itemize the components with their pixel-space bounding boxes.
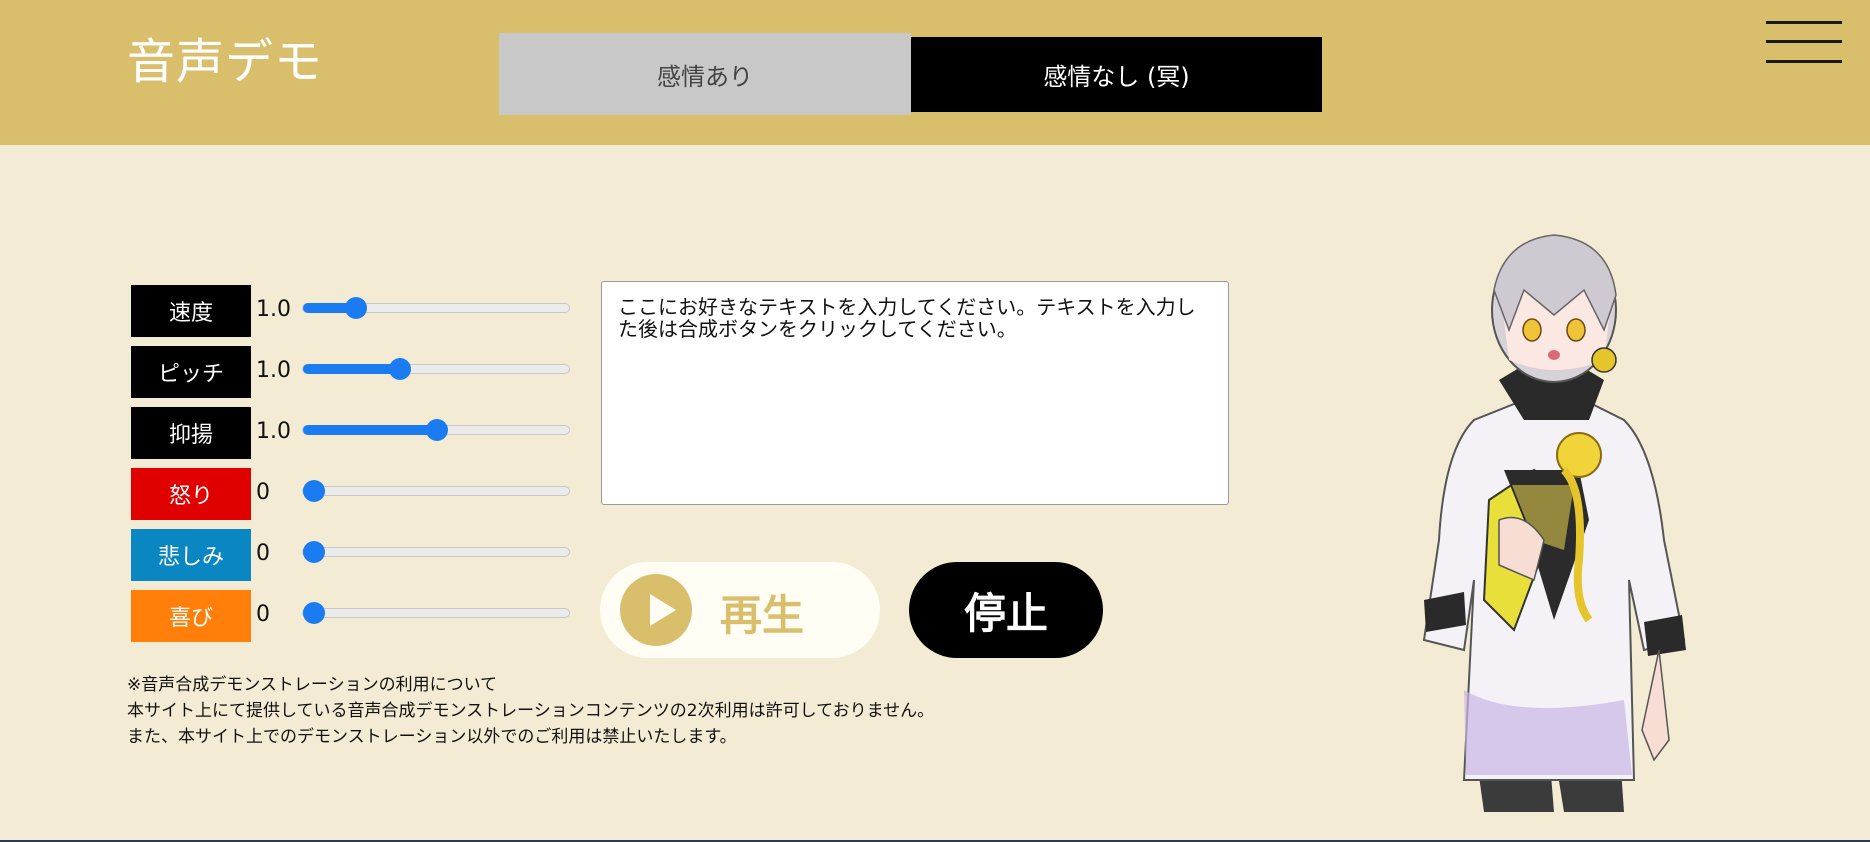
slider-row-joy: 喜び 0 [131,590,571,642]
intonation-value: 1.0 [256,419,291,444]
joy-label: 喜び [131,590,251,642]
menu-bar [1766,21,1842,24]
sadness-value: 0 [256,541,270,566]
speed-slider[interactable] [302,297,570,319]
menu-bar [1766,40,1842,43]
anger-value: 0 [256,480,270,505]
stop-button[interactable]: 停止 [909,562,1103,658]
joy-slider[interactable] [302,602,570,624]
play-button[interactable]: 再生 [600,562,880,658]
anger-label: 怒り [131,468,251,520]
slider-row-pitch: ピッチ 1.0 [131,346,571,398]
tab-emotion-off[interactable]: 感情なし (冥) [911,37,1322,112]
notice-line: 本サイト上にて提供している音声合成デモンストレーションコンテンツの2次利用は許可… [127,701,935,721]
slider-row-intonation: 抑揚 1.0 [131,407,571,459]
play-icon [620,574,692,646]
notice-line: ※音声合成デモンストレーションの利用について [127,675,498,695]
pitch-slider[interactable] [302,358,570,380]
slider-thumb[interactable] [303,480,325,502]
slider-row-sadness: 悲しみ 0 [131,529,571,581]
speed-value: 1.0 [256,297,291,322]
joy-value: 0 [256,602,270,627]
sadness-label: 悲しみ [131,529,251,581]
menu-bar [1766,60,1842,63]
text-input[interactable]: ここにお好きなテキストを入力してください。テキストを入力した後は合成ボタンをクリ… [601,281,1229,505]
intonation-slider[interactable] [302,419,570,441]
slider-row-speed: 速度 1.0 [131,285,571,337]
sadness-slider[interactable] [302,541,570,563]
hamburger-menu-icon[interactable] [1766,21,1842,63]
intonation-label: 抑揚 [131,407,251,459]
pitch-label: ピッチ [131,346,251,398]
site-title: 音声デモ [127,34,324,90]
header: 音声デモ 感情あり 感情なし (冥) [0,0,1870,145]
character-illustration [1422,234,1686,812]
slider-thumb[interactable] [426,419,448,441]
speed-label: 速度 [131,285,251,337]
notice-line: また、本サイト上でのデモンストレーション以外でのご利用は禁止いたします。 [127,727,737,747]
slider-row-anger: 怒り 0 [131,468,571,520]
tab-emotion-on[interactable]: 感情あり [499,33,911,115]
play-label: 再生 [720,591,805,640]
slider-thumb[interactable] [303,541,325,563]
slider-fill [303,364,401,374]
slider-thumb[interactable] [344,297,367,319]
usage-notice: ※音声合成デモンストレーションの利用について 本サイト上にて提供している音声合成… [127,672,934,750]
slider-thumb[interactable] [389,358,412,380]
slider-fill [303,425,437,435]
anger-slider[interactable] [302,480,570,502]
pitch-value: 1.0 [256,358,291,383]
slider-thumb[interactable] [303,602,325,624]
